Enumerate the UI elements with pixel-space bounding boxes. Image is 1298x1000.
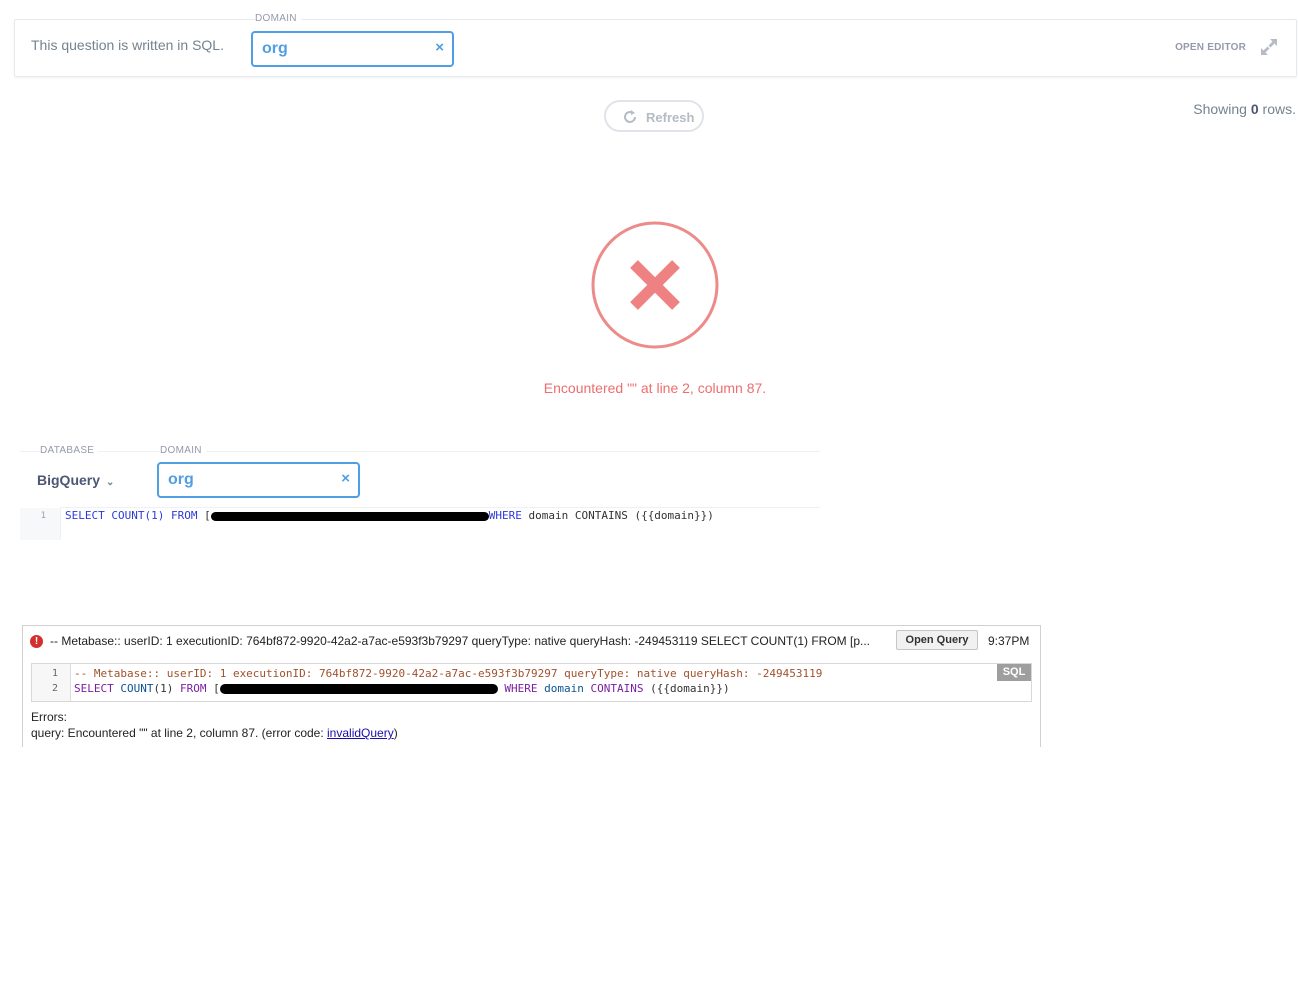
redacted-table-name <box>219 684 498 694</box>
editor-divider <box>60 507 820 508</box>
refresh-button[interactable]: Refresh <box>604 100 704 132</box>
clear-icon[interactable]: × <box>435 39 444 56</box>
query-sql-box: 1 2 -- Metabase:: userID: 1 executionID:… <box>31 663 1032 702</box>
error-x-icon <box>590 219 720 351</box>
chevron-down-icon: ⌄ <box>106 477 115 488</box>
domain-parameter-label: DOMAIN <box>255 13 301 24</box>
sql-notice: This question is written in SQL. <box>31 37 224 53</box>
sql-badge: SQL <box>997 664 1031 681</box>
error-icon: ! <box>30 635 43 648</box>
query-time: 9:37PM <box>988 634 1030 648</box>
editor-top-border <box>20 451 820 452</box>
refresh-icon <box>624 110 636 123</box>
row-count-value: 0 <box>1250 101 1259 117</box>
sql-comment-line: -- Metabase:: userID: 1 executionID: 764… <box>74 667 823 680</box>
open-query-button[interactable]: Open Query <box>896 630 978 650</box>
query-history-entry: ! -- Metabase:: userID: 1 executionID: 7… <box>22 625 1041 747</box>
domain-parameter-label: DOMAIN <box>160 445 206 456</box>
redacted-table-name <box>210 511 489 521</box>
error-detail: query: Encountered "" at line 2, column … <box>31 726 398 740</box>
query-summary[interactable]: -- Metabase:: userID: 1 executionID: 764… <box>50 634 890 648</box>
expand-arrows-icon[interactable] <box>1258 36 1280 58</box>
error-code-link[interactable]: invalidQuery <box>327 726 394 740</box>
database-select[interactable]: BigQuery ⌄ <box>37 472 114 488</box>
row-count: Showing 0 rows. <box>1193 101 1296 117</box>
line-number: 1 <box>40 511 46 521</box>
refresh-label: Refresh <box>646 110 695 125</box>
clear-icon[interactable]: × <box>341 470 350 487</box>
error-message: Encountered "" at line 2, column 87. <box>543 380 767 396</box>
line-number: 1 <box>51 668 58 679</box>
native-query-editor: DATABASE DOMAIN BigQuery ⌄ org × 1 SELECT… <box>20 440 820 540</box>
domain-parameter-input[interactable]: org × <box>251 31 454 67</box>
line-number: 2 <box>51 683 58 694</box>
domain-parameter-input[interactable]: org × <box>157 462 360 498</box>
domain-parameter-value: org <box>262 40 288 57</box>
sql-query-line: SELECT COUNT(1) FROM [ WHERE domain CONT… <box>74 682 730 695</box>
domain-parameter-value: org <box>168 471 194 488</box>
database-label: DATABASE <box>40 445 99 456</box>
database-value: BigQuery <box>37 472 101 488</box>
open-editor-link[interactable]: OPEN EDITOR <box>1175 42 1246 53</box>
parameters-bar: This question is written in SQL. DOMAIN … <box>14 13 1297 77</box>
sql-code-line[interactable]: SELECT COUNT(1) FROM [WHERE domain CONTA… <box>65 509 714 522</box>
errors-label: Errors: <box>31 710 67 724</box>
